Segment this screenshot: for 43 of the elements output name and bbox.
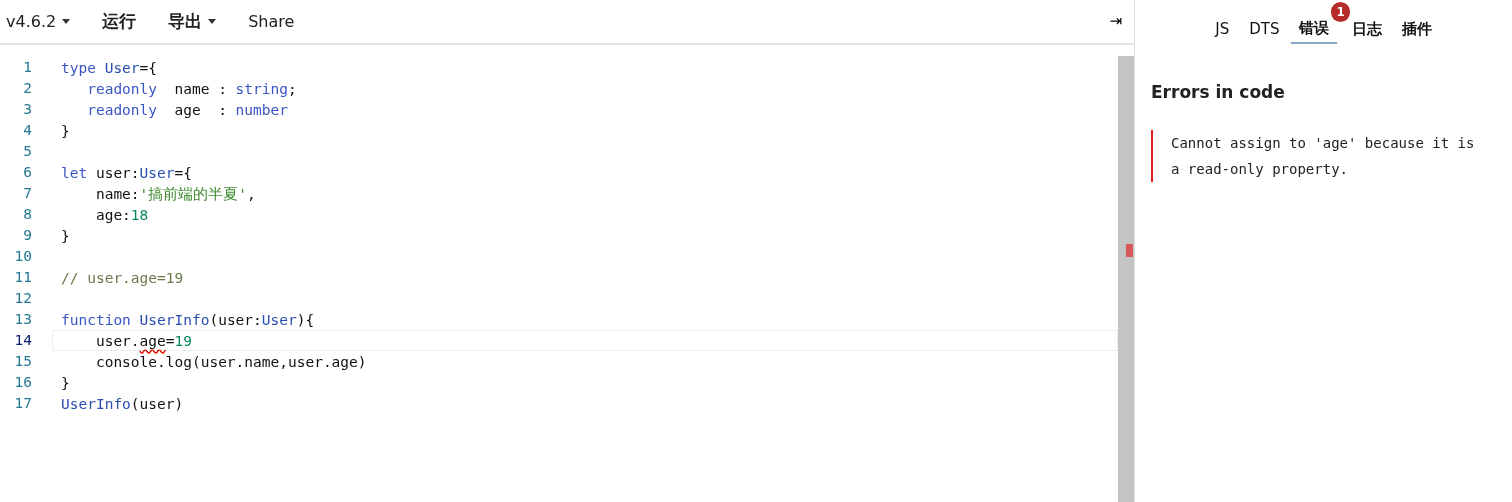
code-line: name:'搞前端的半夏', bbox=[94, 185, 257, 204]
line-number: 9 bbox=[22, 226, 33, 245]
dropdown-button[interactable]: v4.6.2 bbox=[0, 0, 87, 44]
line-number: 5 bbox=[22, 142, 33, 161]
line-number: 3 bbox=[22, 100, 33, 119]
errors-heading: Errors in code bbox=[1151, 81, 1286, 104]
toolbar-button[interactable]: Share bbox=[232, 0, 311, 44]
dropdown-button[interactable]: 导出 bbox=[152, 0, 233, 44]
scrollbar[interactable] bbox=[1118, 56, 1134, 502]
code-line: type User={ bbox=[60, 59, 159, 78]
code-line: } bbox=[60, 374, 71, 393]
line-number: 1 bbox=[22, 58, 33, 77]
code-line: readonly name : string; bbox=[86, 80, 298, 99]
code-line: // user.age=19 bbox=[60, 269, 185, 288]
error-marker bbox=[1126, 244, 1133, 257]
error-message: Cannot assign to 'age' because it is a read-only property. bbox=[1151, 129, 1490, 182]
code-line: UserInfo(user) bbox=[60, 395, 185, 414]
line-number: 11 bbox=[13, 268, 33, 287]
line-number: 10 bbox=[13, 247, 33, 266]
code-line: } bbox=[60, 227, 71, 246]
code-line: age:18 bbox=[94, 206, 150, 225]
code-line: console.log(user.name,user.age) bbox=[94, 353, 368, 372]
collapse-button[interactable]: ⇥ bbox=[1097, 10, 1134, 33]
line-number: 17 bbox=[13, 394, 33, 413]
count-badge: 1 bbox=[1331, 2, 1350, 22]
line-number: 4 bbox=[22, 121, 33, 140]
code-line: let user:User={ bbox=[60, 164, 193, 183]
toolbar-button[interactable]: 运行 bbox=[86, 0, 153, 44]
code-line: } bbox=[60, 122, 71, 141]
line-number: 12 bbox=[13, 289, 33, 308]
line-number: 15 bbox=[13, 352, 33, 371]
line-number: 13 bbox=[13, 310, 33, 329]
line-number: 2 bbox=[22, 79, 33, 98]
code-line: readonly age : number bbox=[86, 101, 289, 120]
line-number: 8 bbox=[22, 205, 33, 224]
line-number: 6 bbox=[22, 163, 33, 182]
code-line: function UserInfo(user:User){ bbox=[60, 311, 316, 330]
panel-tab[interactable]: JS bbox=[1207, 14, 1238, 44]
line-number: 14 bbox=[13, 331, 33, 350]
panel-tab[interactable]: DTS bbox=[1241, 14, 1288, 44]
panel-tab[interactable]: 插件 bbox=[1393, 14, 1440, 44]
line-number: 16 bbox=[13, 373, 33, 392]
line-number: 7 bbox=[22, 184, 33, 203]
